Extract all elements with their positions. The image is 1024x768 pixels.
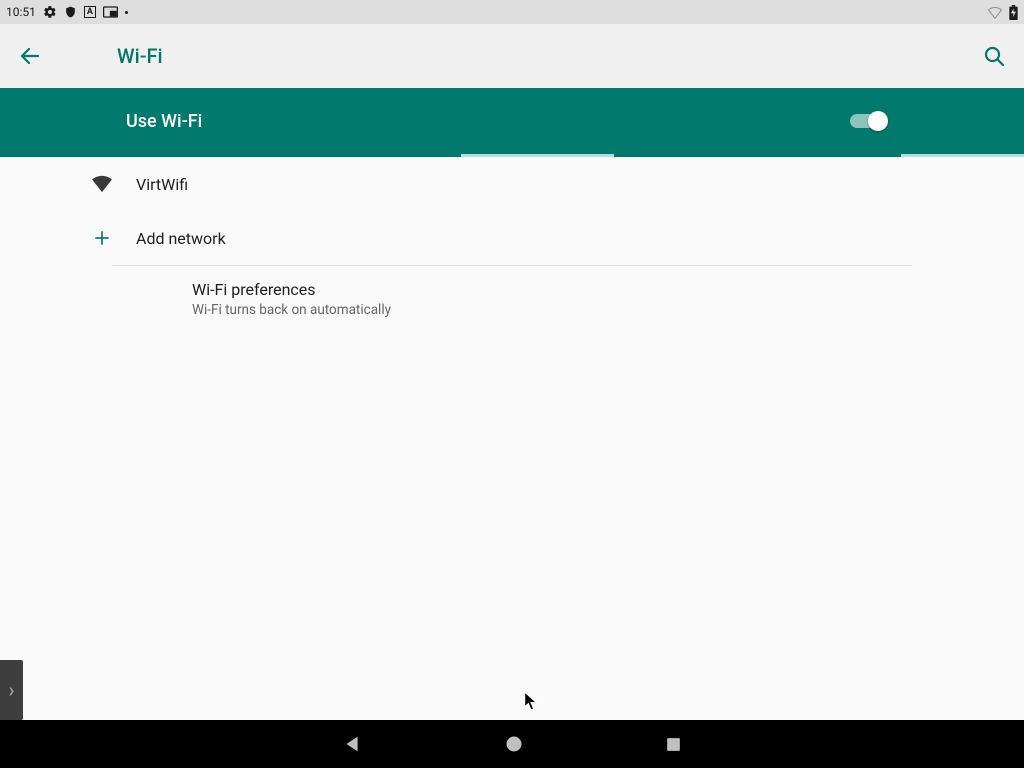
drawer-handle[interactable]: › (0, 660, 23, 720)
a-box-icon: A (84, 6, 96, 18)
battery-charging-icon (1009, 5, 1018, 20)
add-network-label: Add network (136, 229, 226, 248)
search-button[interactable] (982, 44, 1006, 68)
page-title: Wi-Fi (117, 44, 163, 68)
picture-in-picture-icon (103, 6, 118, 18)
shield-icon (64, 5, 77, 19)
wifi-network-ssid: VirtWifi (136, 175, 188, 194)
use-wifi-label: Use Wi-Fi (126, 111, 202, 132)
network-list: VirtWifi Add network Wi-Fi preferences W… (0, 157, 1024, 332)
add-network-row[interactable]: Add network (0, 211, 1024, 265)
wifi-preferences-row[interactable]: Wi-Fi preferences Wi-Fi turns back on au… (0, 266, 1024, 332)
wifi-network-row[interactable]: VirtWifi (0, 157, 1024, 211)
wifi-preferences-subtitle: Wi-Fi turns back on automatically (192, 302, 1024, 318)
use-wifi-banner[interactable]: Use Wi-Fi (0, 88, 1024, 154)
nav-home-button[interactable] (504, 734, 524, 754)
wifi-outline-icon (987, 6, 1003, 19)
use-wifi-toggle[interactable] (850, 111, 884, 131)
nav-recent-button[interactable] (664, 735, 683, 754)
status-bar: 10:51 A (0, 0, 1024, 24)
wifi-preferences-title: Wi-Fi preferences (192, 280, 1024, 299)
gear-icon (43, 5, 57, 19)
plus-icon (90, 226, 114, 250)
mouse-cursor (524, 692, 538, 712)
wifi-signal-icon (90, 172, 114, 196)
navigation-bar (0, 720, 1024, 768)
chevron-right-icon: › (8, 678, 14, 702)
dot-icon (125, 11, 128, 14)
status-time: 10:51 (6, 5, 36, 19)
app-bar: Wi-Fi (0, 24, 1024, 88)
nav-back-button[interactable] (342, 733, 364, 755)
back-button[interactable] (18, 44, 42, 68)
